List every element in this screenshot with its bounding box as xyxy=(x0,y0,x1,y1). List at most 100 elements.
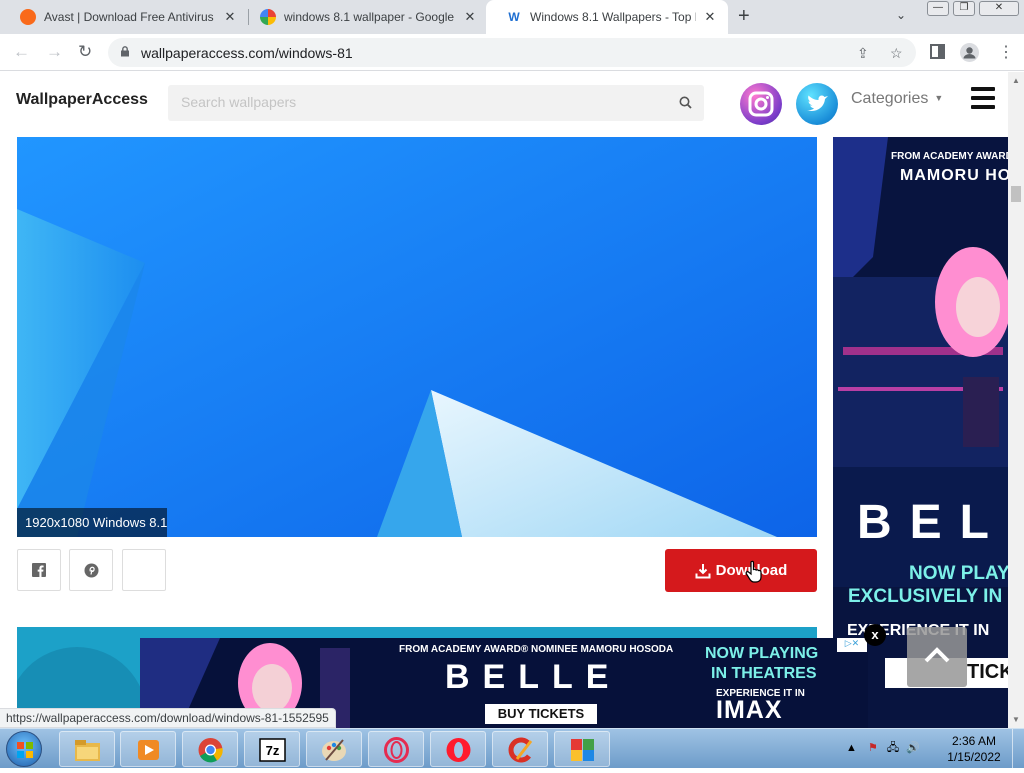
tab-google[interactable]: windows 8.1 wallpaper - Google S ✕ xyxy=(240,0,488,34)
start-button[interactable] xyxy=(6,731,42,767)
taskbar-opera-gx[interactable] xyxy=(368,731,424,767)
tab-wallpapers[interactable]: W Windows 8.1 Wallpapers - Top Fr ✕ xyxy=(486,0,728,34)
ad-movie-title: BELLE xyxy=(445,658,622,696)
taskbar-opera[interactable] xyxy=(430,731,486,767)
show-desktop-button[interactable] xyxy=(1012,729,1024,769)
ad-now-playing: NOW PLAYING xyxy=(909,563,1008,584)
site-logo[interactable]: WallpaperAccess xyxy=(16,91,148,109)
minimize-button[interactable]: — xyxy=(927,1,949,16)
close-window-button[interactable]: ✕ xyxy=(979,1,1019,16)
share-icon[interactable]: ⇪ xyxy=(857,45,869,62)
close-tab-icon[interactable]: ✕ xyxy=(222,9,238,25)
volume-icon[interactable]: 🔊 xyxy=(906,742,920,754)
ccleaner-icon xyxy=(508,737,533,763)
taskbar-paint[interactable] xyxy=(306,731,362,767)
hamburger-menu-icon[interactable] xyxy=(971,87,995,114)
ad-now-playing: NOW PLAYING IN THEATRES xyxy=(705,645,819,682)
show-hidden-icons-icon[interactable]: ▲ xyxy=(846,742,857,754)
browser-tab-strip: Avast | Download Free Antivirus & ✕ wind… xyxy=(0,0,1024,34)
search-input[interactable] xyxy=(181,94,661,110)
taskbar-app-grid[interactable] xyxy=(554,731,610,767)
facebook-icon xyxy=(32,563,46,577)
taskbar-ccleaner[interactable] xyxy=(492,731,548,767)
url-text: wallpaperaccess.com/windows-81 xyxy=(141,45,353,61)
taskbar-7zip[interactable]: 7z xyxy=(244,731,300,767)
hand-cursor-icon xyxy=(745,560,762,583)
tab-search-chevron-icon[interactable]: ⌄ xyxy=(896,8,906,22)
new-tab-button[interactable]: + xyxy=(738,5,750,28)
tab-title: Windows 8.1 Wallpapers - Top Fr xyxy=(530,10,696,24)
taskbar-explorer[interactable] xyxy=(59,731,115,767)
opera-gx-icon xyxy=(384,737,409,763)
profile-avatar-icon[interactable] xyxy=(960,43,979,62)
maximize-button[interactable]: ❐ xyxy=(953,1,975,16)
facebook-share-button[interactable] xyxy=(17,549,61,591)
close-tab-icon[interactable]: ✕ xyxy=(462,9,478,25)
page-scrollbar[interactable]: ▲ ▼ xyxy=(1008,72,1024,728)
adchoices-icon[interactable]: ▷✕ xyxy=(837,638,867,652)
windows-taskbar: 7z ▲ ⚑ 🖧 🔊 2:36 AM 1/15/2022 xyxy=(0,728,1024,769)
app-grid-icon xyxy=(571,739,594,761)
lock-icon xyxy=(121,46,129,57)
forward-arrow-icon[interactable]: → xyxy=(46,42,63,62)
browser-toolbar: ← → ↻ wallpaperaccess.com/windows-81 ⇪ ☆… xyxy=(0,34,1024,71)
resolution-label: 1920x1080 Windows 8.1 xyxy=(17,508,167,537)
pinterest-share-button[interactable] xyxy=(69,549,113,591)
system-clock[interactable]: 2:36 AM 1/15/2022 xyxy=(944,733,1004,765)
pinterest-icon xyxy=(84,563,99,578)
bookmark-star-icon[interactable]: ☆ xyxy=(890,45,903,62)
paint-palette-icon xyxy=(322,739,346,761)
side-panel-icon[interactable] xyxy=(930,44,945,59)
folder-icon xyxy=(75,740,100,761)
opera-icon xyxy=(446,738,471,762)
tab-avast[interactable]: Avast | Download Free Antivirus & ✕ xyxy=(0,0,248,34)
address-bar[interactable]: wallpaperaccess.com/windows-81 ⇪ ☆ xyxy=(108,38,916,67)
webpage: WallpaperAccess Categories ▼ 1920x1080 Wi… xyxy=(0,72,1008,728)
search-box xyxy=(168,85,704,121)
categories-dropdown[interactable]: Categories ▼ xyxy=(851,90,943,108)
ad-tagline: FROM ACADEMY AWARD xyxy=(891,151,1008,162)
ad-director: MAMORU HOSODA xyxy=(900,167,1008,184)
ad-buy-tickets-button[interactable]: BUY TICKETS xyxy=(485,704,597,724)
ad-close-button[interactable]: x xyxy=(864,624,886,646)
network-icon[interactable]: 🖧 xyxy=(887,742,899,754)
scroll-down-icon[interactable]: ▼ xyxy=(1012,715,1020,724)
ad-imax-logo: IMAX xyxy=(716,696,783,724)
media-player-icon xyxy=(138,740,159,760)
wallpaper-image[interactable]: 1920x1080 Windows 8.1 xyxy=(17,137,817,537)
twitter-icon[interactable] xyxy=(796,83,838,125)
close-tab-icon[interactable]: ✕ xyxy=(702,9,718,25)
scrollbar-thumb[interactable] xyxy=(1011,186,1021,202)
ad-movie-title: BELLE xyxy=(857,496,1008,549)
scroll-up-icon[interactable]: ▲ xyxy=(1012,76,1020,85)
instagram-icon[interactable] xyxy=(740,83,782,125)
back-to-top-button[interactable] xyxy=(907,627,967,687)
avast-icon xyxy=(20,9,36,25)
download-icon xyxy=(695,563,711,578)
action-center-flag-icon[interactable]: ⚑ xyxy=(868,742,878,754)
tab-title: Avast | Download Free Antivirus & xyxy=(44,10,216,24)
clock-time: 2:36 AM xyxy=(951,734,997,748)
caret-down-icon: ▼ xyxy=(934,93,944,103)
ad-exclusively: EXCLUSIVELY IN xyxy=(848,586,1003,607)
google-icon xyxy=(260,9,276,25)
windows-logo-icon xyxy=(17,742,33,758)
tab-title: windows 8.1 wallpaper - Google S xyxy=(284,10,456,24)
share-button-blank[interactable] xyxy=(122,549,166,591)
chrome-icon xyxy=(198,738,223,763)
wallpaper-graphic xyxy=(17,137,817,537)
link-hover-status: https://wallpaperaccess.com/download/win… xyxy=(0,708,336,728)
taskbar-media-player[interactable] xyxy=(120,731,176,767)
wallpaperaccess-icon: W xyxy=(506,9,522,25)
download-button[interactable]: Download xyxy=(665,549,817,592)
svg-text:7z: 7z xyxy=(266,743,280,758)
system-tray[interactable]: ▲ ⚑ 🖧 🔊 xyxy=(846,739,920,758)
categories-label: Categories xyxy=(851,90,929,107)
taskbar-chrome[interactable] xyxy=(182,731,238,767)
reload-icon[interactable]: ↻ xyxy=(78,42,92,62)
back-arrow-icon[interactable]: ← xyxy=(13,42,30,62)
clock-date: 1/15/2022 xyxy=(947,750,1001,764)
kebab-menu-icon[interactable]: ⋮ xyxy=(998,42,1014,62)
ad-tagline: FROM ACADEMY AWARD® NOMINEE MAMORU HOSOD… xyxy=(399,644,674,655)
search-icon[interactable] xyxy=(679,96,692,109)
